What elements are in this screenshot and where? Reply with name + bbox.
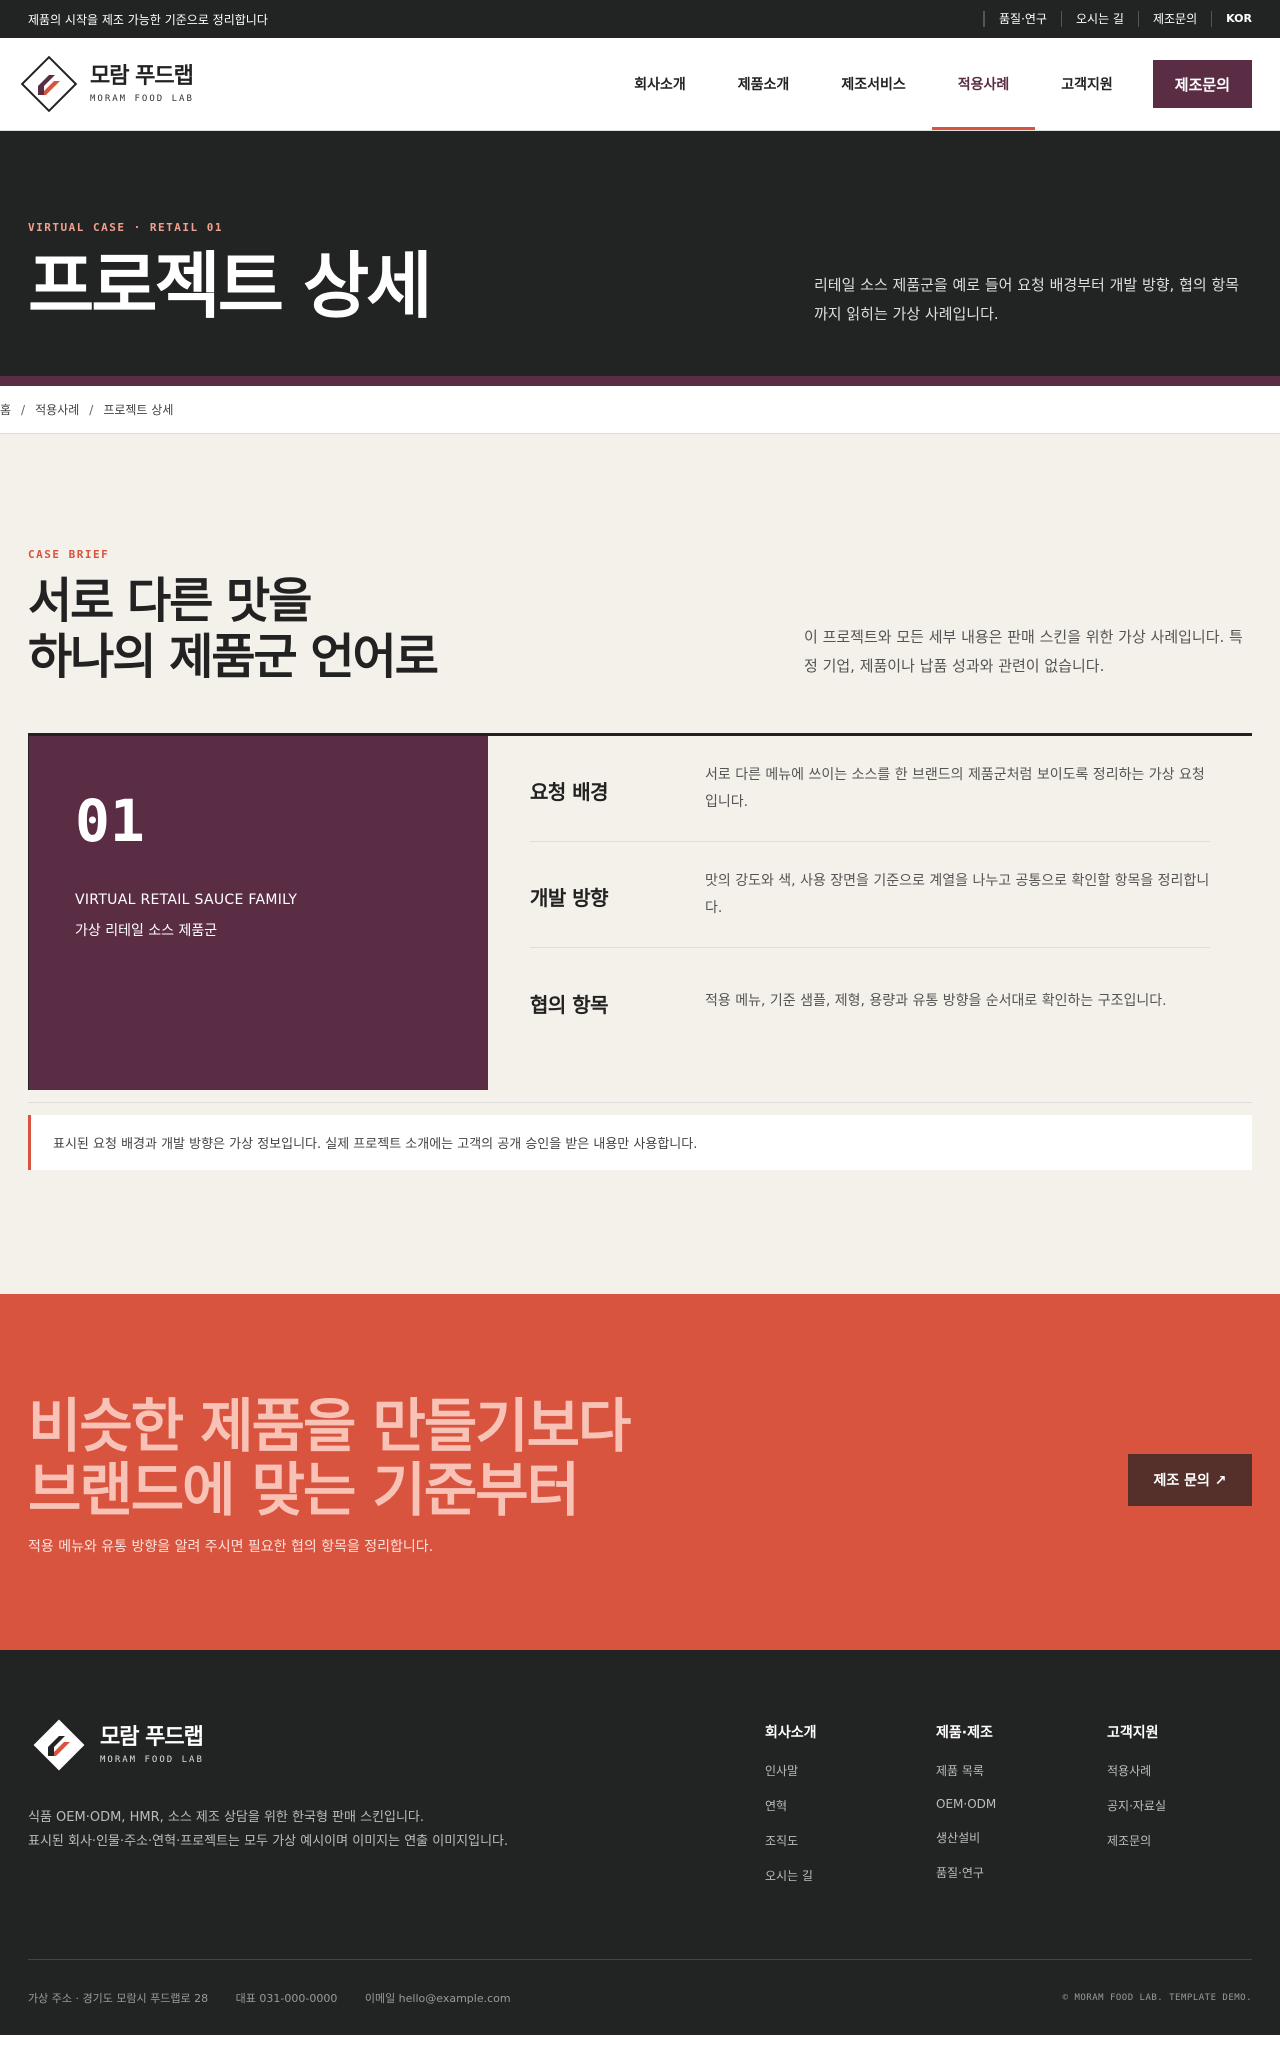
footer-contact: 가상 주소 · 경기도 모람시 푸드랩로 28 대표 031-000-0000 …: [28, 1990, 535, 2006]
brand-name-en: MORAM FOOD LAB: [100, 1755, 204, 1765]
breadcrumb-home[interactable]: 홈: [0, 401, 11, 418]
footer-col-products: 제품·제조 제품 목록 OEM·ODM 생산설비 품질·연구: [936, 1714, 1107, 1902]
case-brief-section: CASE BRIEF 서로 다른 맛을 하나의 제품군 언어로 이 프로젝트와 …: [0, 434, 1280, 1294]
logo-mark-icon: [28, 1714, 90, 1776]
language-selector[interactable]: KOR: [1211, 11, 1252, 27]
hero-eyebrow: VIRTUAL CASE · RETAIL 01: [28, 221, 223, 234]
footer-link[interactable]: 생산설비: [936, 1829, 1107, 1846]
case-row-background: 요청 배경 서로 다른 메뉴에 쓰이는 소스를 한 브랜드의 제품군처럼 보이도…: [530, 736, 1210, 842]
site-header: 모람 푸드랩 MORAM FOOD LAB 회사소개 제품소개 제조서비스 적용…: [0, 38, 1280, 131]
hero-description: 리테일 소스 제품군을 예로 들어 요청 배경부터 개발 방향, 협의 항목까지…: [814, 276, 1240, 323]
case-row-label: 협의 항목: [530, 992, 609, 1017]
footer-link[interactable]: 적용사례: [1107, 1762, 1252, 1779]
top-link-inquiry[interactable]: 제조문의: [1137, 11, 1211, 27]
footer-address: 가상 주소 · 경기도 모람시 푸드랩로 28: [28, 1991, 209, 2005]
logo-mark-icon: [18, 53, 80, 115]
cta-subtitle: 적용 메뉴와 유통 방향을 알려 주시면 필요한 협의 항목을 정리합니다.: [28, 1539, 434, 1555]
nav-item-support[interactable]: 고객지원: [1035, 38, 1139, 130]
cta-inquiry-button[interactable]: 제조 문의 ↗: [1128, 1454, 1252, 1506]
brief-title: 서로 다른 맛을 하나의 제품군 언어로: [28, 573, 439, 685]
main-nav: 회사소개 제품소개 제조서비스 적용사례 고객지원 제조문의: [608, 38, 1252, 130]
cta-title-line2: 브랜드에 맞는 기준부터: [28, 1456, 580, 1524]
case-note: 표시된 요청 배경과 개발 방향은 가상 정보입니다. 실제 프로젝트 소개에는…: [28, 1115, 1252, 1170]
case-row-label: 개발 방향: [530, 886, 609, 910]
case-note-wrap: 표시된 요청 배경과 개발 방향은 가상 정보입니다. 실제 프로젝트 소개에는…: [28, 1102, 1252, 1170]
footer-col-title: 고객지원: [1107, 1725, 1159, 1741]
case-row-value: 서로 다른 메뉴에 쓰이는 소스를 한 브랜드의 제품군처럼 보이도록 정리하는…: [705, 766, 1205, 810]
breadcrumb-cases[interactable]: 적용사례: [35, 401, 79, 418]
cta-section: 비슷한 제품을 만들기보다 브랜드에 맞는 기준부터 적용 메뉴와 유통 방향을…: [0, 1294, 1280, 1650]
footer-link[interactable]: 오시는 길: [765, 1867, 936, 1884]
breadcrumb-separator: /: [21, 402, 26, 417]
case-info-list: 요청 배경 서로 다른 메뉴에 쓰이는 소스를 한 브랜드의 제품군처럼 보이도…: [488, 736, 1252, 1090]
footer-col-title: 회사소개: [765, 1725, 817, 1741]
footer-email: 이메일 hello@example.com: [364, 1991, 511, 2005]
case-row-label: 요청 배경: [530, 780, 609, 804]
brief-header: CASE BRIEF 서로 다른 맛을 하나의 제품군 언어로 이 프로젝트와 …: [28, 548, 1252, 685]
brief-description: 이 프로젝트와 모든 세부 내용은 판매 스킨을 위한 가상 사례입니다. 특정…: [804, 628, 1243, 675]
brand-name-en: MORAM FOOD LAB: [90, 94, 194, 104]
footer-top: 모람 푸드랩 MORAM FOOD LAB 식품 OEM·ODM, HMR, 소…: [28, 1714, 1252, 1902]
brand-name-ko: 모람 푸드랩: [100, 1725, 204, 1750]
footer-link[interactable]: 연혁: [765, 1797, 936, 1814]
logo-text: 모람 푸드랩 MORAM FOOD LAB: [90, 64, 194, 104]
brief-title-line1: 서로 다른 맛을: [28, 573, 312, 629]
case-row-value: 맛의 강도와 색, 사용 장면을 기준으로 계열을 나누고 공통으로 확인할 항…: [705, 872, 1210, 916]
footer-link[interactable]: 인사말: [765, 1762, 936, 1779]
footer-logo[interactable]: 모람 푸드랩 MORAM FOOD LAB: [28, 1714, 508, 1776]
footer-link[interactable]: 조직도: [765, 1832, 936, 1849]
site-footer: 모람 푸드랩 MORAM FOOD LAB 식품 OEM·ODM, HMR, 소…: [0, 1650, 1280, 2035]
case-row-agenda: 협의 항목 적용 메뉴, 기준 샘플, 제형, 용량과 유통 방향을 순서대로 …: [530, 948, 1210, 1054]
nav-item-services[interactable]: 제조서비스: [815, 38, 931, 130]
footer-link[interactable]: 품질·연구: [936, 1864, 1107, 1881]
top-bar: 제품의 시작을 제조 가능한 기준으로 정리합니다 품질·연구 오시는 길 제조…: [0, 0, 1280, 38]
nav-item-products[interactable]: 제품소개: [712, 38, 816, 130]
footer-col-company: 회사소개 인사말 연혁 조직도 오시는 길: [765, 1714, 936, 1902]
top-tagline: 제품의 시작을 제조 가능한 기준으로 정리합니다: [28, 12, 268, 27]
case-number: 01: [75, 787, 145, 855]
logo-text: 모람 푸드랩 MORAM FOOD LAB: [100, 1725, 204, 1765]
cta-title-line1: 비슷한 제품을 만들기보다: [28, 1392, 631, 1460]
brief-title-line2: 하나의 제품군 언어로: [28, 629, 439, 685]
case-detail-box: 01 VIRTUAL RETAIL SAUCE FAMILY 가상 리테일 소스…: [28, 733, 1252, 1090]
footer-link[interactable]: 공지·자료실: [1107, 1797, 1252, 1814]
nav-item-company[interactable]: 회사소개: [608, 38, 712, 130]
cta-title: 비슷한 제품을 만들기보다 브랜드에 맞는 기준부터: [28, 1394, 1252, 1522]
case-name-en: VIRTUAL RETAIL SAUCE FAMILY: [75, 892, 298, 908]
breadcrumb-separator: /: [89, 402, 94, 417]
footer-phone: 대표 031-000-0000: [235, 1991, 338, 2005]
brief-eyebrow: CASE BRIEF: [28, 548, 110, 561]
top-links: 품질·연구 오시는 길 제조문의 KOR: [983, 0, 1252, 38]
footer-link[interactable]: OEM·ODM: [936, 1797, 1107, 1811]
footer-link[interactable]: 제조문의: [1107, 1832, 1252, 1849]
brief-heading-group: CASE BRIEF 서로 다른 맛을 하나의 제품군 언어로: [28, 548, 439, 685]
footer-col-support: 고객지원 적용사례 공지·자료실 제조문의: [1107, 1714, 1252, 1902]
page-hero: VIRTUAL CASE · RETAIL 01 프로젝트 상세 리테일 소스 …: [0, 131, 1280, 386]
nav-inquiry-button[interactable]: 제조문의: [1152, 60, 1252, 108]
brand-name-ko: 모람 푸드랩: [90, 64, 194, 89]
footer-description: 식품 OEM·ODM, HMR, 소스 제조 상담을 위한 한국형 판매 스킨입…: [28, 1806, 508, 1854]
case-row-value: 적용 메뉴, 기준 샘플, 제형, 용량과 유통 방향을 순서대로 확인하는 구…: [705, 992, 1167, 1009]
footer-copyright: © MORAM FOOD LAB. TEMPLATE DEMO.: [1062, 1992, 1252, 2003]
footer-columns: 회사소개 인사말 연혁 조직도 오시는 길 제품·제조 제품 목록 OEM·OD…: [765, 1714, 1252, 1902]
breadcrumb: 홈 / 적용사례 / 프로젝트 상세: [0, 386, 1280, 434]
footer-desc-line1: 식품 OEM·ODM, HMR, 소스 제조 상담을 위한 한국형 판매 스킨입…: [28, 1810, 425, 1825]
breadcrumb-current: 프로젝트 상세: [103, 403, 174, 417]
case-name-ko: 가상 리테일 소스 제품군: [75, 923, 218, 939]
footer-desc-line2: 표시된 회사·인물·주소·연혁·프로젝트는 모두 가상 예시이며 이미지는 연출…: [28, 1834, 509, 1849]
footer-col-title: 제품·제조: [936, 1725, 993, 1741]
case-summary-card: 01 VIRTUAL RETAIL SAUCE FAMILY 가상 리테일 소스…: [28, 736, 488, 1090]
top-link-location[interactable]: 오시는 길: [1060, 11, 1138, 27]
footer-brand: 모람 푸드랩 MORAM FOOD LAB 식품 OEM·ODM, HMR, 소…: [28, 1714, 508, 1902]
top-link-quality[interactable]: 품질·연구: [984, 11, 1061, 27]
footer-link[interactable]: 제품 목록: [936, 1762, 1107, 1779]
site-logo[interactable]: 모람 푸드랩 MORAM FOOD LAB: [18, 53, 194, 115]
case-row-direction: 개발 방향 맛의 강도와 색, 사용 장면을 기준으로 계열을 나누고 공통으로…: [530, 842, 1210, 948]
nav-item-cases[interactable]: 적용사례: [931, 38, 1036, 130]
footer-bottom: 가상 주소 · 경기도 모람시 푸드랩로 28 대표 031-000-0000 …: [28, 1959, 1252, 2035]
